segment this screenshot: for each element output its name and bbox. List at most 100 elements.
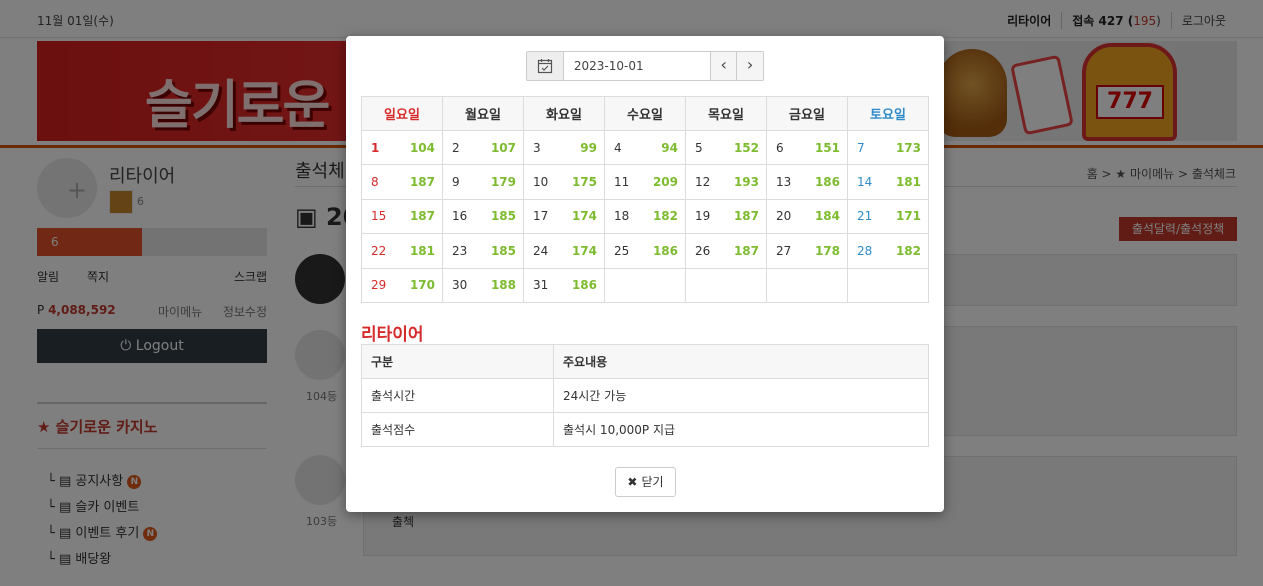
calendar-day-cell[interactable]: 6 151 bbox=[766, 129, 848, 166]
calendar-day-cell[interactable]: 9 179 bbox=[442, 164, 524, 200]
day-number: 7 bbox=[857, 140, 865, 155]
weekday-sun: 일요일 bbox=[361, 96, 443, 131]
calendar-day-cell[interactable]: 28 182 bbox=[847, 233, 929, 269]
calendar-day-cell[interactable]: 14 181 bbox=[847, 164, 929, 200]
attendance-count: 187 bbox=[409, 209, 435, 224]
day-number: 25 bbox=[614, 243, 630, 258]
calendar-day-cell[interactable]: 15 187 bbox=[361, 198, 443, 235]
calendar-day-cell[interactable]: 19 187 bbox=[685, 198, 767, 235]
attendance-count: 171 bbox=[895, 209, 921, 224]
attendance-calendar-modal: 2023-10-01 ‹ › 일요일 월요일 화요일 수요일 목요일 금요일 토… bbox=[346, 36, 944, 512]
calendar-day-cell[interactable]: 4 94 bbox=[604, 129, 686, 166]
day-number: 20 bbox=[776, 209, 792, 224]
calendar-week-row: 8 187 9 179 10 175 11 209 12 193 13 186 14 181 bbox=[361, 164, 929, 200]
calendar-day-cell[interactable]: 20 184 bbox=[766, 198, 848, 235]
calendar-day-cell[interactable]: 29 170 bbox=[361, 267, 443, 303]
day-number: 23 bbox=[452, 243, 468, 258]
calendar-day-cell[interactable]: 23 185 bbox=[442, 233, 524, 269]
table-row: 출석점수 출석시 10,000P 지급 bbox=[361, 412, 929, 447]
day-number: 9 bbox=[452, 175, 460, 190]
calendar-day-cell[interactable]: 8 187 bbox=[361, 164, 443, 200]
calendar-check-icon[interactable] bbox=[527, 52, 564, 80]
day-number: 28 bbox=[857, 243, 873, 258]
calendar-day-cell[interactable]: 31 186 bbox=[523, 267, 605, 303]
info-title: 리타이어 bbox=[361, 325, 424, 345]
attendance-count: 186 bbox=[571, 278, 597, 293]
day-number: 11 bbox=[614, 175, 630, 190]
calendar-week-row: 15 187 16 185 17 174 18 182 19 187 20 184 21 171 bbox=[361, 198, 929, 235]
day-number: 24 bbox=[533, 243, 549, 258]
attendance-count: 185 bbox=[490, 209, 516, 224]
info-cell-value: 24시간 가능 bbox=[553, 378, 929, 413]
attendance-count: 99 bbox=[580, 140, 597, 155]
attendance-count: 182 bbox=[895, 243, 921, 258]
day-number: 1 bbox=[371, 140, 380, 155]
attendance-count: 182 bbox=[652, 209, 678, 224]
calendar-day-cell[interactable]: 22 181 bbox=[361, 233, 443, 269]
close-label: 닫기 bbox=[641, 475, 664, 489]
calendar-day-cell[interactable]: 24 174 bbox=[523, 233, 605, 269]
day-number: 17 bbox=[533, 209, 549, 224]
day-number: 15 bbox=[371, 209, 387, 224]
calendar-day-cell[interactable]: 3 99 bbox=[523, 129, 605, 166]
calendar-day-cell[interactable]: 21 171 bbox=[847, 198, 929, 235]
day-number: 21 bbox=[857, 209, 873, 224]
attendance-count: 187 bbox=[409, 175, 435, 190]
day-number: 3 bbox=[533, 140, 541, 155]
day-number: 6 bbox=[776, 140, 784, 155]
calendar-day-cell[interactable]: 7 173 bbox=[847, 129, 929, 166]
calendar-day-cell[interactable]: 17 174 bbox=[523, 198, 605, 235]
day-number: 16 bbox=[452, 209, 468, 224]
weekday-wed: 수요일 bbox=[604, 96, 686, 131]
day-number: 22 bbox=[371, 243, 387, 258]
attendance-count: 181 bbox=[409, 243, 435, 258]
attendance-count: 187 bbox=[733, 209, 759, 224]
day-number: 30 bbox=[452, 278, 468, 293]
attendance-count: 186 bbox=[652, 243, 678, 258]
attendance-count: 94 bbox=[661, 140, 678, 155]
day-number: 2 bbox=[452, 140, 460, 155]
day-number: 12 bbox=[695, 175, 711, 190]
calendar-day-cell[interactable]: 25 186 bbox=[604, 233, 686, 269]
calendar-day-cell[interactable]: 11 209 bbox=[604, 164, 686, 200]
calendar-day-cell[interactable]: 10 175 bbox=[523, 164, 605, 200]
attendance-count: 173 bbox=[895, 140, 921, 155]
attendance-count: 209 bbox=[652, 175, 678, 190]
weekday-tue: 화요일 bbox=[523, 96, 605, 131]
calendar-day-cell[interactable]: 27 178 bbox=[766, 233, 848, 269]
next-month-button[interactable]: › bbox=[737, 52, 764, 80]
calendar-day-cell[interactable]: 16 185 bbox=[442, 198, 524, 235]
calendar-day-cell[interactable]: 2 107 bbox=[442, 129, 524, 166]
calendar-day-cell[interactable]: 1 104 bbox=[361, 129, 443, 166]
table-row: 출석시간 24시간 가능 bbox=[361, 378, 929, 413]
attendance-count: 179 bbox=[490, 175, 516, 190]
attendance-count: 193 bbox=[733, 175, 759, 190]
calendar-day-cell[interactable]: 26 187 bbox=[685, 233, 767, 269]
calendar-empty-cell bbox=[766, 267, 848, 303]
calendar-day-cell[interactable]: 5 152 bbox=[685, 129, 767, 166]
attendance-count: 181 bbox=[895, 175, 921, 190]
weekday-sat: 토요일 bbox=[847, 96, 929, 131]
attendance-count: 174 bbox=[571, 243, 597, 258]
calendar-week-row: 29 170 30 188 31 186 bbox=[361, 267, 929, 303]
date-picker: 2023-10-01 ‹ › bbox=[526, 51, 764, 81]
day-number: 4 bbox=[614, 140, 622, 155]
info-cell-label: 출석시간 bbox=[361, 378, 554, 413]
attendance-count: 151 bbox=[814, 140, 840, 155]
attendance-count: 152 bbox=[733, 140, 759, 155]
day-number: 31 bbox=[533, 278, 549, 293]
attendance-count: 188 bbox=[490, 278, 516, 293]
info-header-category: 구분 bbox=[361, 344, 554, 379]
calendar-day-cell[interactable]: 18 182 bbox=[604, 198, 686, 235]
day-number: 29 bbox=[371, 278, 387, 293]
attendance-count: 185 bbox=[490, 243, 516, 258]
close-button[interactable]: ✖ 닫기 bbox=[615, 467, 676, 497]
attendance-calendar: 일요일 월요일 화요일 수요일 목요일 금요일 토요일 1 104 2 107 3 99 4… bbox=[361, 96, 929, 303]
day-number: 19 bbox=[695, 209, 711, 224]
calendar-day-cell[interactable]: 12 193 bbox=[685, 164, 767, 200]
date-input[interactable]: 2023-10-01 bbox=[564, 52, 712, 80]
prev-month-button[interactable]: ‹ bbox=[711, 52, 738, 80]
calendar-day-cell[interactable]: 13 186 bbox=[766, 164, 848, 200]
attendance-info-table: 구분 주요내용 출석시간 24시간 가능 출석점수 출석시 10,000P 지급 bbox=[361, 344, 929, 447]
calendar-day-cell[interactable]: 30 188 bbox=[442, 267, 524, 303]
